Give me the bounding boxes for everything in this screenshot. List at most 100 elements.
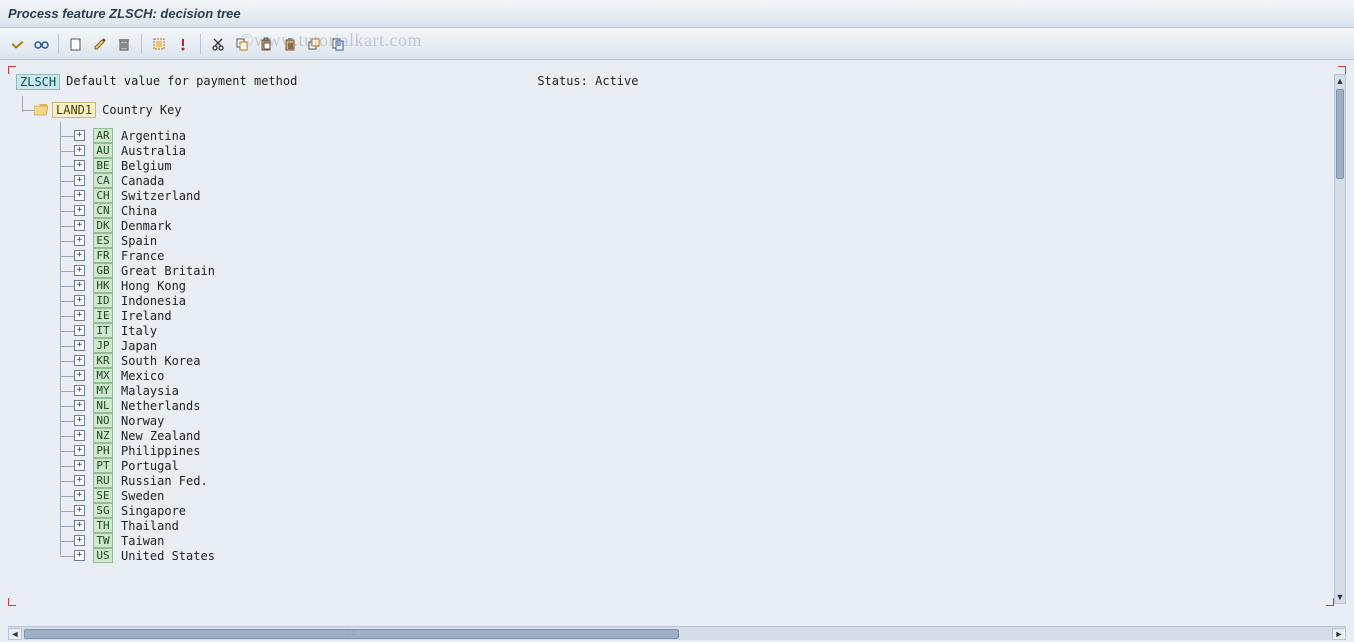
- expand-icon[interactable]: +: [74, 250, 85, 261]
- expand-icon[interactable]: +: [74, 415, 85, 426]
- info-icon[interactable]: [172, 33, 194, 55]
- scroll-down-icon[interactable]: ▼: [1335, 591, 1345, 603]
- scroll-up-icon[interactable]: ▲: [1335, 75, 1345, 87]
- country-code: NO: [93, 413, 113, 428]
- expand-icon[interactable]: +: [74, 145, 85, 156]
- find-icon[interactable]: [327, 33, 349, 55]
- country-name: Singapore: [121, 504, 186, 518]
- horizontal-scrollbar[interactable]: ◄ :::: ►: [8, 626, 1346, 640]
- vertical-scrollbar[interactable]: ▲ ▼: [1334, 74, 1346, 604]
- country-code: DK: [93, 218, 113, 233]
- expand-icon[interactable]: +: [74, 265, 85, 276]
- check-icon[interactable]: [6, 33, 28, 55]
- country-row[interactable]: +BEBelgium: [78, 158, 1332, 173]
- country-row[interactable]: +USUnited States: [78, 548, 1332, 563]
- country-row[interactable]: +ARArgentina: [78, 128, 1332, 143]
- expand-icon[interactable]: +: [74, 430, 85, 441]
- country-row[interactable]: +CNChina: [78, 203, 1332, 218]
- country-row[interactable]: +RURussian Fed.: [78, 473, 1332, 488]
- country-row[interactable]: +TWTaiwan: [78, 533, 1332, 548]
- expand-icon[interactable]: +: [74, 520, 85, 531]
- glasses-icon[interactable]: [30, 33, 52, 55]
- expand-icon[interactable]: +: [74, 490, 85, 501]
- cut-icon[interactable]: [207, 33, 229, 55]
- copy-icon[interactable]: [231, 33, 253, 55]
- expand-icon[interactable]: +: [74, 550, 85, 561]
- country-row[interactable]: +ESSpain: [78, 233, 1332, 248]
- country-row[interactable]: +GBGreat Britain: [78, 263, 1332, 278]
- country-row[interactable]: +JPJapan: [78, 338, 1332, 353]
- expand-icon[interactable]: +: [74, 190, 85, 201]
- paste-special-icon[interactable]: [279, 33, 301, 55]
- expand-icon[interactable]: +: [74, 310, 85, 321]
- country-row[interactable]: +PHPhilippines: [78, 443, 1332, 458]
- expand-icon[interactable]: +: [74, 505, 85, 516]
- tree-root[interactable]: ZLSCH Default value for payment method S…: [16, 74, 1332, 90]
- country-row[interactable]: +NLNetherlands: [78, 398, 1332, 413]
- country-row[interactable]: +IDIndonesia: [78, 293, 1332, 308]
- expand-icon[interactable]: +: [74, 160, 85, 171]
- country-row[interactable]: +CHSwitzerland: [78, 188, 1332, 203]
- country-row[interactable]: +CACanada: [78, 173, 1332, 188]
- expand-icon[interactable]: +: [74, 340, 85, 351]
- country-name: Norway: [121, 414, 164, 428]
- expand-icon[interactable]: +: [74, 175, 85, 186]
- country-row[interactable]: +THThailand: [78, 518, 1332, 533]
- expand-icon[interactable]: +: [74, 220, 85, 231]
- expand-icon[interactable]: +: [74, 280, 85, 291]
- country-row[interactable]: +IEIreland: [78, 308, 1332, 323]
- edit-icon[interactable]: [89, 33, 111, 55]
- country-name: Malaysia: [121, 384, 179, 398]
- expand-icon[interactable]: +: [74, 475, 85, 486]
- expand-icon[interactable]: +: [74, 535, 85, 546]
- country-row[interactable]: +HKHong Kong: [78, 278, 1332, 293]
- expand-icon[interactable]: +: [74, 295, 85, 306]
- expand-icon[interactable]: +: [74, 445, 85, 456]
- content-area: ZLSCH Default value for payment method S…: [8, 66, 1346, 624]
- country-row[interactable]: +SESweden: [78, 488, 1332, 503]
- expand-icon[interactable]: +: [74, 460, 85, 471]
- country-name: Hong Kong: [121, 279, 186, 293]
- scroll-right-icon[interactable]: ►: [1332, 628, 1346, 640]
- country-row[interactable]: +ITItaly: [78, 323, 1332, 338]
- hscroll-thumb[interactable]: ::::: [24, 629, 679, 639]
- country-code: TH: [93, 518, 113, 533]
- country-row[interactable]: +AUAustralia: [78, 143, 1332, 158]
- branch-row[interactable]: LAND1 Country Key: [34, 100, 1332, 120]
- scroll-left-icon[interactable]: ◄: [8, 628, 22, 640]
- select-icon[interactable]: [148, 33, 170, 55]
- country-row[interactable]: +FRFrance: [78, 248, 1332, 263]
- country-code: BE: [93, 158, 113, 173]
- country-row[interactable]: +NONorway: [78, 413, 1332, 428]
- expand-icon[interactable]: +: [74, 130, 85, 141]
- expand-icon[interactable]: +: [74, 370, 85, 381]
- delete-icon[interactable]: [113, 33, 135, 55]
- paste-icon[interactable]: [255, 33, 277, 55]
- country-row[interactable]: +KRSouth Korea: [78, 353, 1332, 368]
- expand-icon[interactable]: +: [74, 355, 85, 366]
- country-row[interactable]: +PTPortugal: [78, 458, 1332, 473]
- country-name: Argentina: [121, 129, 186, 143]
- expand-icon[interactable]: +: [74, 400, 85, 411]
- country-row[interactable]: +MYMalaysia: [78, 383, 1332, 398]
- country-name: Spain: [121, 234, 157, 248]
- country-code: NZ: [93, 428, 113, 443]
- expand-icon[interactable]: +: [74, 205, 85, 216]
- country-code: TW: [93, 533, 113, 548]
- country-row[interactable]: +DKDenmark: [78, 218, 1332, 233]
- country-row[interactable]: +MXMexico: [78, 368, 1332, 383]
- tree-content: ZLSCH Default value for payment method S…: [16, 74, 1332, 604]
- expand-icon[interactable]: +: [74, 385, 85, 396]
- expand-icon[interactable]: +: [74, 235, 85, 246]
- hscroll-track[interactable]: ::::: [22, 628, 1332, 640]
- expand-icon[interactable]: +: [74, 325, 85, 336]
- country-code: IT: [93, 323, 113, 338]
- undo-icon[interactable]: [303, 33, 325, 55]
- scroll-thumb[interactable]: [1336, 89, 1344, 179]
- country-name: Great Britain: [121, 264, 215, 278]
- country-row[interactable]: +SGSingapore: [78, 503, 1332, 518]
- new-icon[interactable]: [65, 33, 87, 55]
- country-row[interactable]: +NZNew Zealand: [78, 428, 1332, 443]
- country-code: NL: [93, 398, 113, 413]
- country-code: IE: [93, 308, 113, 323]
